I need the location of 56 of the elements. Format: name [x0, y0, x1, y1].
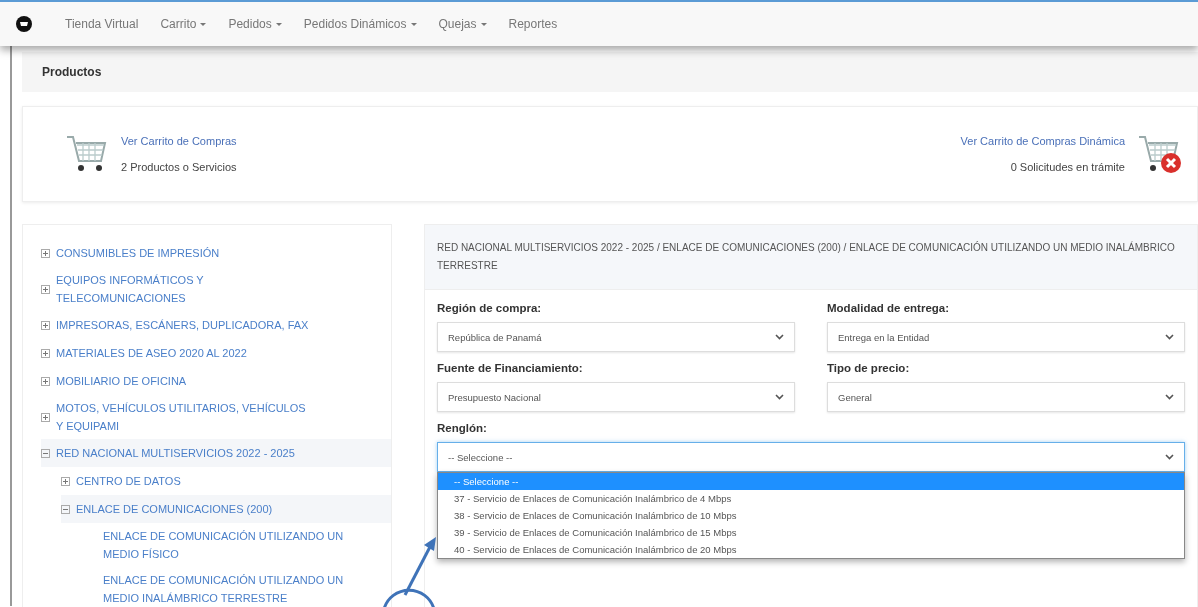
- field-label: Tipo de precio:: [827, 362, 911, 374]
- minus-icon[interactable]: [61, 504, 70, 514]
- tree-item[interactable]: EQUIPOS INFORMÁTICOS Y TELECOMUNICACIONES: [56, 271, 311, 307]
- tree-item[interactable]: CONSUMIBLES DE IMPRESIÓN: [56, 244, 220, 262]
- caret-icon: [275, 22, 282, 26]
- breadcrumb: RED NACIONAL MULTISERVICIOS 2022 - 2025 / ENLACE DE COMUNICACIONES (200) / ENLACE DE COMUNICACIÓN UTILIZANDO UN MEDIO INALÁMBRICO TERRESTRE: [425, 225, 1197, 290]
- caret-icon: [200, 22, 207, 26]
- tree-item[interactable]: ENLACE DE COMUNICACIÓN UTILIZANDO UN MEDIO FÍSICO: [103, 527, 358, 563]
- plus-icon[interactable]: [41, 284, 50, 294]
- dropdown-option[interactable]: 38 - Servicio de Enlaces de Comunicación Inalámbrico de 10 Mbps: [438, 507, 1184, 524]
- chevron-down-icon: [1165, 454, 1174, 460]
- field-label: Modalidad de entrega:: [827, 302, 951, 314]
- page-title-bar: Productos: [22, 52, 1198, 92]
- tree-item[interactable]: CENTRO DE DATOS: [76, 472, 181, 490]
- select-field[interactable]: Entrega en la Entidad: [827, 322, 1185, 352]
- nav-menu-item[interactable]: Pedidos Dinámicos: [292, 17, 428, 31]
- plus-icon[interactable]: [41, 412, 50, 422]
- tree-item[interactable]: MOTOS, VEHÍCULOS UTILITARIOS, VEHÍCULOS Y EQUIPAMI: [56, 399, 311, 435]
- chevron-down-icon: [775, 394, 784, 400]
- tree-item[interactable]: ENLACE DE COMUNICACIÓN UTILIZANDO UN MEDIO INALÁMBRICO TERRESTRE: [103, 571, 358, 607]
- plus-icon[interactable]: [41, 348, 50, 358]
- dropdown-option[interactable]: 39 - Servicio de Enlaces de Comunicación Inalámbrico de 15 Mbps: [438, 524, 1184, 541]
- caret-icon: [480, 22, 487, 26]
- chevron-down-icon: [1165, 334, 1174, 340]
- select-field[interactable]: República de Panamá: [437, 322, 795, 352]
- plus-icon[interactable]: [41, 376, 50, 386]
- chevron-down-icon: [1165, 394, 1174, 400]
- field-label: Fuente de Financiamiento:: [437, 362, 584, 374]
- dynamic-cart-link[interactable]: Ver Carrito de Compras Dinámica: [960, 135, 1125, 147]
- select-field[interactable]: Presupuesto Nacional: [437, 382, 795, 412]
- cart-link[interactable]: Ver Carrito de Compras: [121, 135, 237, 147]
- nav-menu-item[interactable]: Tienda Virtual: [54, 17, 150, 31]
- caret-icon: [410, 22, 417, 26]
- select-field[interactable]: General: [827, 382, 1185, 412]
- select-field[interactable]: -- Seleccione --: [437, 442, 1185, 472]
- cart-count: 2 Productos o Servicios: [121, 161, 237, 173]
- dropdown-option[interactable]: 37 - Servicio de Enlaces de Comunicación Inalámbrico de 4 Mbps: [438, 490, 1184, 507]
- plus-icon[interactable]: [61, 476, 70, 486]
- field-label: Región de compra:: [437, 302, 543, 314]
- logo-icon[interactable]: [16, 16, 32, 32]
- plus-icon[interactable]: [41, 248, 50, 258]
- nav-menu-item[interactable]: Quejas: [427, 17, 498, 31]
- request-count: 0 Solicitudes en trámite: [1009, 161, 1125, 173]
- minus-icon[interactable]: [41, 448, 50, 458]
- tree-item[interactable]: MOBILIARIO DE OFICINA: [56, 372, 187, 390]
- plus-icon[interactable]: [41, 320, 50, 330]
- nav-menu-item[interactable]: Carrito: [149, 17, 218, 31]
- tree-item[interactable]: MATERIALES DE ASEO 2020 AL 2022: [56, 344, 247, 362]
- chevron-down-icon: [775, 334, 784, 340]
- dropdown-option[interactable]: -- Seleccione --: [438, 473, 1184, 490]
- nav-menu-item[interactable]: Pedidos: [217, 17, 293, 31]
- dropdown-option[interactable]: 40 - Servicio de Enlaces de Comunicación Inalámbrico de 20 Mbps: [438, 541, 1184, 558]
- cart-with-x-icon: [1137, 133, 1181, 175]
- field-label: Renglón:: [437, 422, 488, 434]
- nav-menu-item[interactable]: Reportes: [497, 17, 569, 31]
- tree-item[interactable]: IMPRESORAS, ESCÁNERS, DUPLICADORA, FAX: [56, 316, 309, 334]
